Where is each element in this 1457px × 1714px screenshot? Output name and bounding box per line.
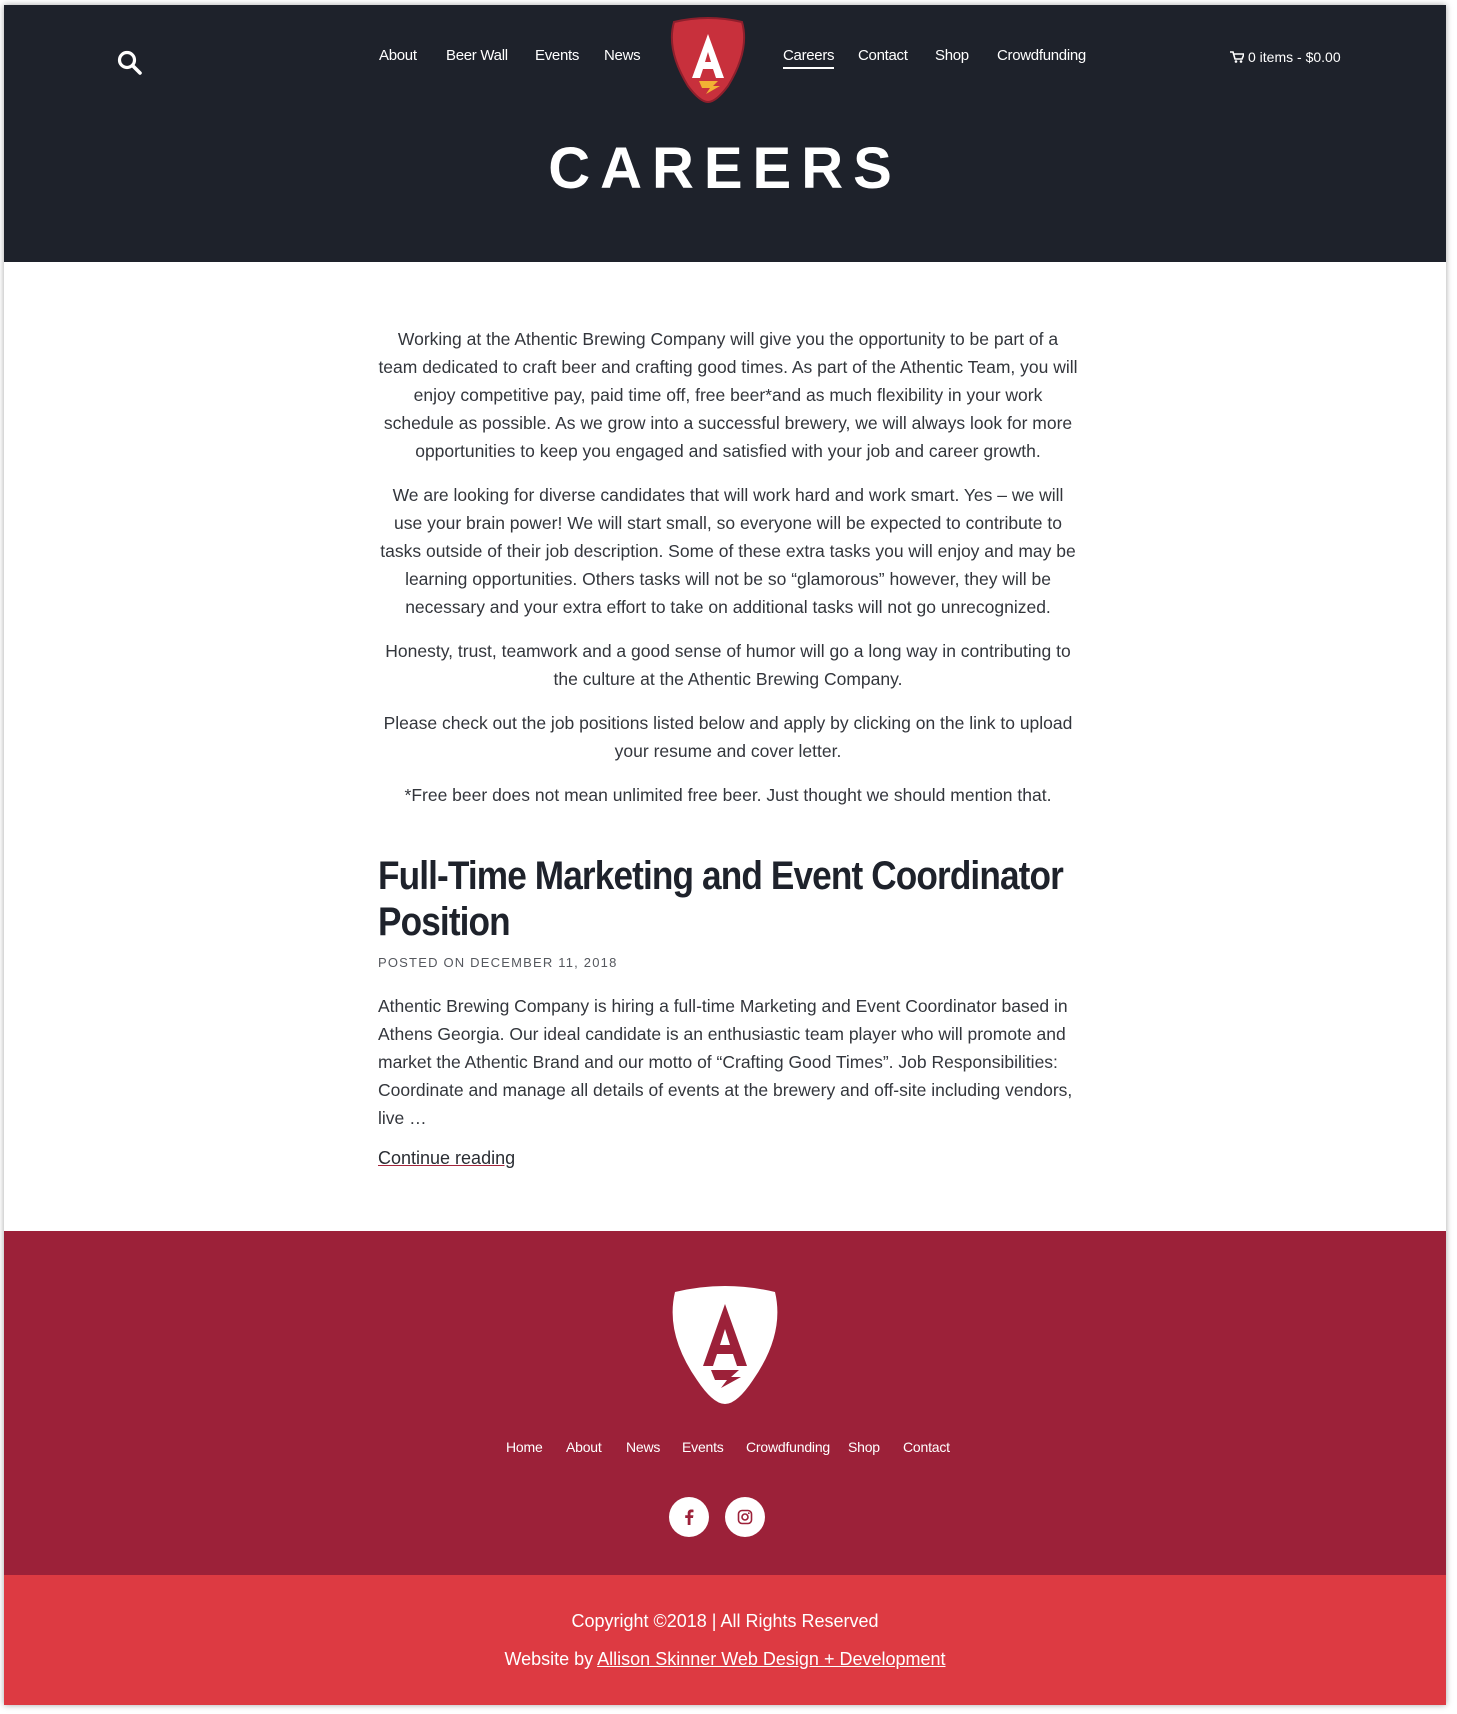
nav-shop[interactable]: Shop [935,47,969,64]
nav-contact[interactable]: Contact [858,47,908,64]
post-date: POSTED ON DECEMBER 11, 2018 [378,955,618,970]
site-credit: Website by Allison Skinner Web Design + … [4,1649,1446,1670]
nav-about[interactable]: About [379,47,417,64]
cart-label: 0 items - $0.00 [1248,49,1341,65]
post-title[interactable]: Full-Time Marketing and Event Coordinato… [378,853,1064,945]
footer-nav-news[interactable]: News [626,1439,660,1455]
footer-nav-events[interactable]: Events [682,1439,724,1455]
credit-link[interactable]: Allison Skinner Web Design + Development [597,1649,945,1669]
logo-icon[interactable] [667,1284,783,1408]
footer-nav-contact[interactable]: Contact [903,1439,950,1455]
page-title: CAREERS [548,136,902,201]
cart-link[interactable]: 0 items - $0.00 [1230,49,1341,65]
footer-bottom-bar: Copyright ©2018 | All Rights Reserved We… [4,1575,1446,1705]
continue-reading-link[interactable]: Continue reading [378,1148,515,1169]
nav-events[interactable]: Events [535,47,579,64]
page-frame: About Beer Wall Events News Careers Cont… [4,5,1446,1705]
search-icon[interactable] [116,49,144,77]
post-excerpt: Athentic Brewing Company is hiring a ful… [378,996,1073,1128]
job-post: Full-Time Marketing and Event Coordinato… [378,853,1078,1169]
intro-paragraph-1: Working at the Athentic Brewing Company … [378,329,1078,461]
intro-paragraph-2: We are looking for diverse candidates th… [380,485,1076,617]
intro-paragraph-4: Please check out the job positions liste… [383,713,1073,761]
intro-paragraph-5: *Free beer does not mean unlimited free … [404,785,1052,805]
footer-nav-shop[interactable]: Shop [848,1439,880,1455]
logo-icon[interactable] [666,16,750,104]
footer-nav-home[interactable]: Home [506,1439,543,1455]
footer-nav-crowdfunding[interactable]: Crowdfunding [746,1439,830,1455]
nav-crowdfunding[interactable]: Crowdfunding [997,47,1086,64]
copyright-text: Copyright ©2018 | All Rights Reserved [571,1611,879,1631]
site-header: About Beer Wall Events News Careers Cont… [4,5,1446,262]
credit-prefix: Website by [504,1649,598,1669]
intro-content: Working at the Athentic Brewing Company … [378,325,1078,825]
site-footer: Home About News Events Crowdfunding Shop… [4,1231,1446,1575]
nav-news[interactable]: News [604,47,641,64]
cart-icon [1230,51,1244,63]
facebook-icon[interactable] [669,1497,709,1537]
nav-careers[interactable]: Careers [783,47,835,69]
instagram-icon[interactable] [725,1497,765,1537]
intro-paragraph-3: Honesty, trust, teamwork and a good sens… [385,641,1071,689]
nav-beer-wall[interactable]: Beer Wall [446,47,508,64]
footer-nav-about[interactable]: About [566,1439,602,1455]
